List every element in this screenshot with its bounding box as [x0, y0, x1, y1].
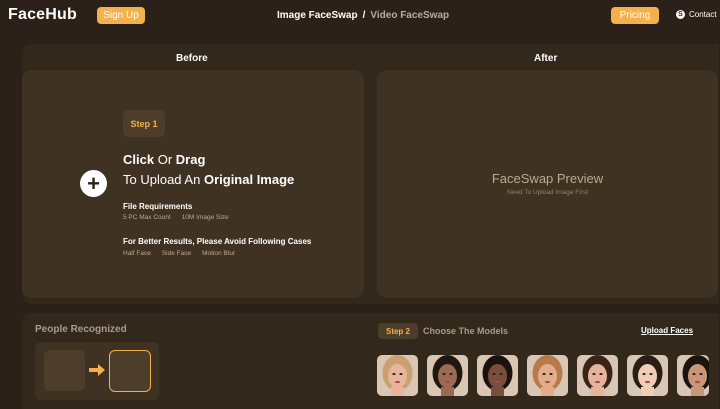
arrow-right-icon — [89, 364, 105, 376]
upload-faces-link[interactable]: Upload Faces — [641, 326, 693, 335]
face-icon — [577, 355, 618, 396]
preview-subtitle: Need To Upload Image First — [507, 189, 588, 196]
step-1-badge: Step 1 — [123, 110, 165, 137]
face-icon — [377, 355, 418, 396]
avoid-cases-list: Half Face Side Face Motion Blur — [123, 250, 246, 257]
after-heading: After — [534, 53, 558, 64]
skype-icon: S — [676, 10, 685, 19]
contact-label: Contact — [689, 10, 717, 19]
face-icon — [627, 355, 668, 396]
upload-instruction-line2: To Upload An Original Image — [123, 172, 294, 187]
sign-up-button[interactable]: Sign Up — [97, 7, 145, 24]
people-recognized-title: People Recognized — [35, 324, 127, 335]
preview-title: FaceSwap Preview — [491, 171, 604, 186]
requirement-item: 10M Image Size — [181, 214, 229, 221]
nav-image-faceswap[interactable]: Image FaceSwap — [277, 10, 358, 21]
face-icon — [477, 355, 518, 396]
nav-video-faceswap[interactable]: Video FaceSwap — [370, 10, 449, 21]
face-icon — [677, 355, 709, 396]
avoid-item: Motion Blur — [202, 250, 235, 257]
nav-separator: / — [362, 10, 366, 21]
add-image-icon[interactable]: + — [80, 170, 107, 197]
choose-models-title: Choose The Models — [423, 326, 509, 336]
or-text: Or — [157, 152, 173, 167]
logo[interactable]: FaceHub — [8, 6, 77, 24]
avoid-cases-title: For Better Results, Please Avoid Followi… — [123, 237, 312, 246]
model-thumbnail[interactable] — [677, 355, 709, 396]
before-heading: Before — [176, 53, 208, 64]
file-requirements-list: 5 PC Max Count 10M Image Size — [123, 214, 240, 221]
drag-text: Drag — [175, 152, 206, 167]
original-image-text: Original Image — [203, 172, 295, 187]
file-requirements-title: File Requirements — [123, 202, 193, 211]
model-thumbnail[interactable] — [627, 355, 668, 396]
requirement-item: 5 PC Max Count — [123, 214, 171, 221]
model-thumbnail[interactable] — [427, 355, 468, 396]
contact-link[interactable]: S Contact — [676, 10, 717, 19]
click-text: Click — [123, 152, 155, 167]
upload-prefix-text: To Upload An — [123, 172, 201, 187]
mode-nav: Image FaceSwap / Video FaceSwap — [277, 10, 449, 21]
face-icon — [527, 355, 568, 396]
upload-instruction-line1: Click Or Drag — [123, 152, 205, 167]
pricing-button[interactable]: Pricing — [611, 7, 659, 24]
model-thumbnail[interactable] — [477, 355, 518, 396]
face-icon — [427, 355, 468, 396]
model-thumbnail[interactable] — [577, 355, 618, 396]
model-thumbnail[interactable] — [377, 355, 418, 396]
source-face-slot[interactable] — [44, 350, 85, 391]
avoid-item: Half Face — [123, 250, 151, 257]
avoid-item: Side Face — [161, 250, 192, 257]
target-face-slot[interactable] — [109, 350, 151, 392]
step-2-badge: Step 2 — [378, 323, 418, 339]
model-thumbnail[interactable] — [527, 355, 568, 396]
